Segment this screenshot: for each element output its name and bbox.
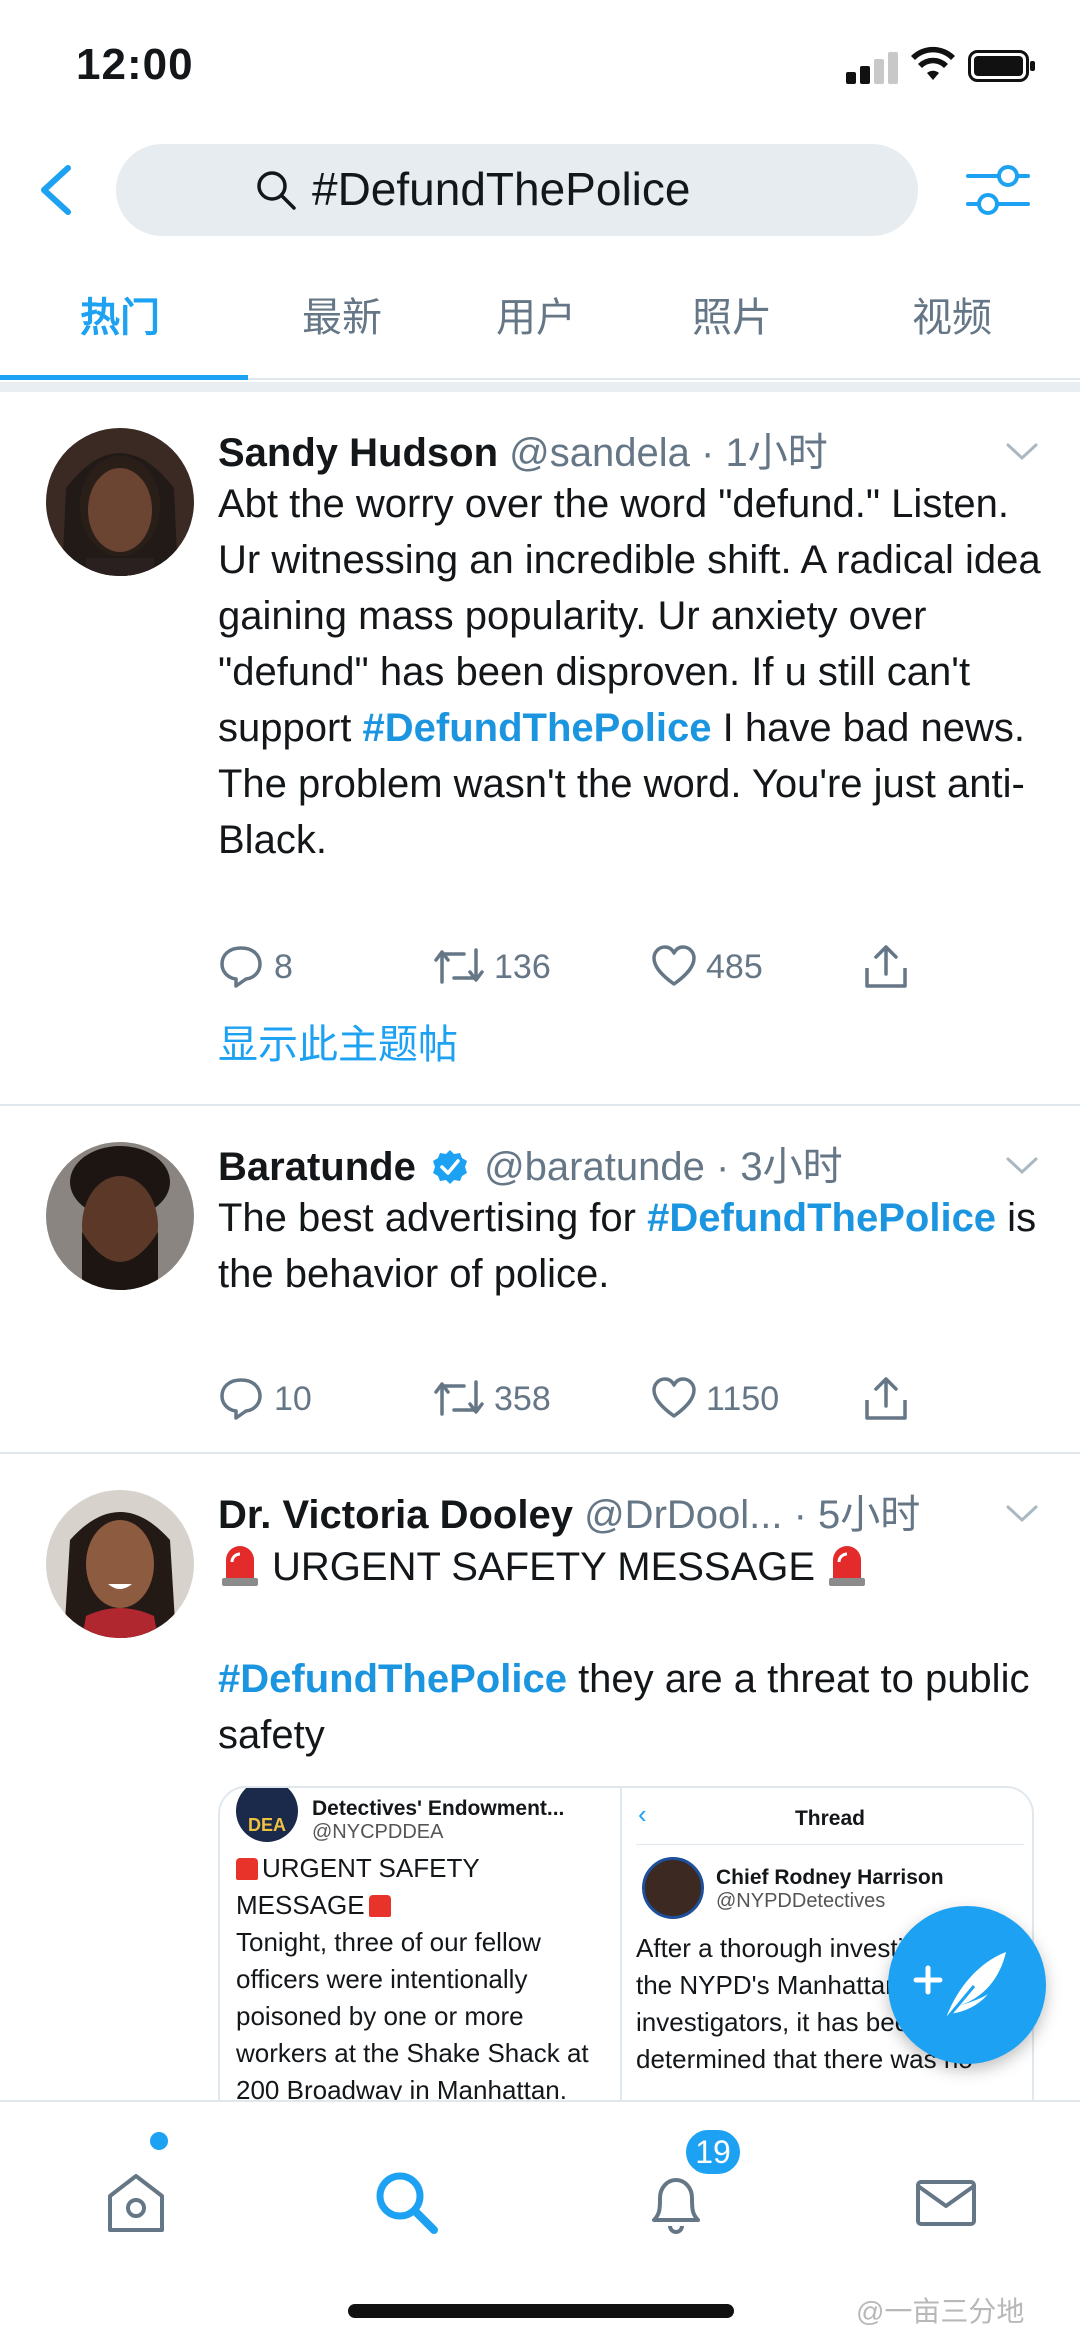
active-tab-indicator [0, 375, 248, 380]
tweet-header: Sandy Hudson @sandela · 1小时 [218, 420, 1018, 478]
retweet-icon [434, 1380, 484, 1416]
tweet-text: Abt the worry over the word "defund." Li… [218, 476, 1048, 868]
tweet-text-body: #DefundThePolice they are a threat to pu… [218, 1651, 1048, 1763]
search-header: #DefundThePolice [0, 130, 1080, 250]
tweet-time: · 1小时 [701, 431, 828, 475]
embedded-header: DEA Detectives' Endowment... @NYCPDDEA [236, 1788, 604, 1850]
dea-logo-text: DEA [247, 1815, 286, 1835]
tab-latest[interactable]: 最新 [302, 288, 382, 348]
reply-count: 8 [274, 948, 293, 986]
urgent-line: URGENT SAFETY MESSAGE [218, 1538, 1048, 1595]
author-name[interactable]: Baratunde [218, 1145, 416, 1189]
embedded-author-handle: @NYPDDetectives [716, 1890, 886, 1912]
search-query: #DefundThePolice [312, 163, 691, 215]
tweet-header: Baratunde @baratunde · 3小时 [218, 1134, 1018, 1192]
search-settings-icon[interactable] [964, 156, 1032, 224]
tweet-card[interactable]: Sandy Hudson @sandela · 1小时 Abt the worr… [0, 392, 1080, 1106]
compose-tweet-button[interactable] [888, 1906, 1046, 2064]
embedded-body: Tonight, three of our fellow officers we… [236, 1927, 589, 2105]
avatar[interactable] [46, 1142, 194, 1290]
reply-count: 10 [274, 1380, 312, 1418]
tweet-actions: 10 358 1150 [218, 1370, 978, 1426]
urgent-text: URGENT SAFETY MESSAGE [272, 1545, 816, 1589]
author-name[interactable]: Dr. Victoria Dooley [218, 1493, 573, 1537]
hashtag-link[interactable]: #DefundThePolice [647, 1196, 996, 1240]
embedded-account-handle: @NYCPDDEA [312, 1821, 444, 1843]
tweet-text: The best advertising for #DefundThePolic… [218, 1190, 1048, 1302]
divider [0, 382, 1080, 392]
siren-icon [222, 1546, 258, 1586]
share-icon [865, 945, 907, 988]
like-count: 485 [706, 948, 763, 986]
tab-videos[interactable]: 视频 [912, 288, 992, 348]
battery-icon [968, 50, 1035, 82]
chevron-down-icon[interactable] [1004, 1154, 1040, 1178]
tab-top[interactable]: 热门 [80, 288, 160, 348]
wifi-icon [911, 46, 955, 80]
tweet-time: · 3小时 [715, 1145, 843, 1189]
siren-icon [829, 1546, 866, 1586]
heart-icon [652, 1377, 696, 1418]
tweet-actions: 8 136 485 [218, 938, 978, 994]
reply-icon [220, 1378, 262, 1420]
author-handle[interactable]: @DrDool... [584, 1493, 782, 1537]
cellular-signal-icon [846, 52, 898, 84]
home-indicator [348, 2304, 734, 2318]
author-handle[interactable]: @sandela [509, 431, 690, 475]
retweet-icon [434, 948, 484, 984]
search-icon[interactable] [370, 2166, 442, 2238]
tab-photos[interactable]: 照片 [692, 288, 772, 348]
avatar[interactable] [46, 428, 194, 576]
show-thread-link[interactable]: 显示此主题帖 [218, 1012, 458, 1070]
media-left-screenshot: DEA Detectives' Endowment... @NYCPDDEA U… [220, 1788, 622, 2124]
tweet-card[interactable]: Baratunde @baratunde · 3小时 The best adve… [0, 1106, 1080, 1454]
search-icon [257, 171, 296, 210]
status-bar: 12:00 [0, 0, 1080, 130]
compose-feather-icon [913, 1952, 1006, 2023]
share-icon [865, 1377, 907, 1420]
author-handle[interactable]: @baratunde [484, 1145, 705, 1189]
embedded-avatar [642, 1857, 704, 1919]
back-arrow-icon[interactable] [32, 160, 80, 220]
home-icon[interactable] [100, 2166, 172, 2238]
dea-logo: DEA [236, 1788, 298, 1842]
tweet-header: Dr. Victoria Dooley @DrDool... · 5小时 [218, 1482, 1018, 1540]
like-count: 1150 [706, 1380, 780, 1418]
retweet-count: 136 [494, 948, 551, 986]
embedded-heading-text: URGENT SAFETY MESSAGE [236, 1853, 480, 1920]
tweet-text: URGENT SAFETY MESSAGE #DefundThePolice t… [218, 1538, 1048, 1763]
messages-envelope-icon[interactable] [910, 2166, 982, 2238]
status-time: 12:00 [76, 40, 194, 89]
avatar[interactable] [46, 1490, 194, 1638]
chevron-down-icon[interactable] [1004, 440, 1040, 464]
embedded-heading: URGENT SAFETY MESSAGE [236, 1850, 604, 1924]
retweet-count: 358 [494, 1380, 551, 1418]
hashtag-link[interactable]: #DefundThePolice [363, 706, 712, 750]
chevron-down-icon[interactable] [1004, 1502, 1040, 1526]
embedded-thread-header: ‹ Thread [636, 1796, 1024, 1844]
home-new-dot [150, 2132, 168, 2150]
author-name[interactable]: Sandy Hudson [218, 431, 498, 475]
search-tabs: 热门 最新 用户 照片 视频 [0, 262, 1080, 380]
search-input[interactable]: #DefundThePolice [116, 144, 918, 236]
hashtag-link[interactable]: #DefundThePolice [218, 1657, 567, 1701]
tab-people[interactable]: 用户 [496, 288, 576, 348]
watermark: @一亩三分地 [856, 2296, 1025, 2327]
notifications-badge: 19 [682, 2126, 744, 2178]
verified-badge-icon [432, 1150, 467, 1184]
embedded-thread-title: Thread [794, 1807, 865, 1830]
tweet-time: · 5小时 [793, 1493, 921, 1537]
tweet-text-part: The best advertising for [218, 1196, 648, 1240]
reply-icon [220, 946, 262, 988]
heart-icon [652, 945, 696, 986]
